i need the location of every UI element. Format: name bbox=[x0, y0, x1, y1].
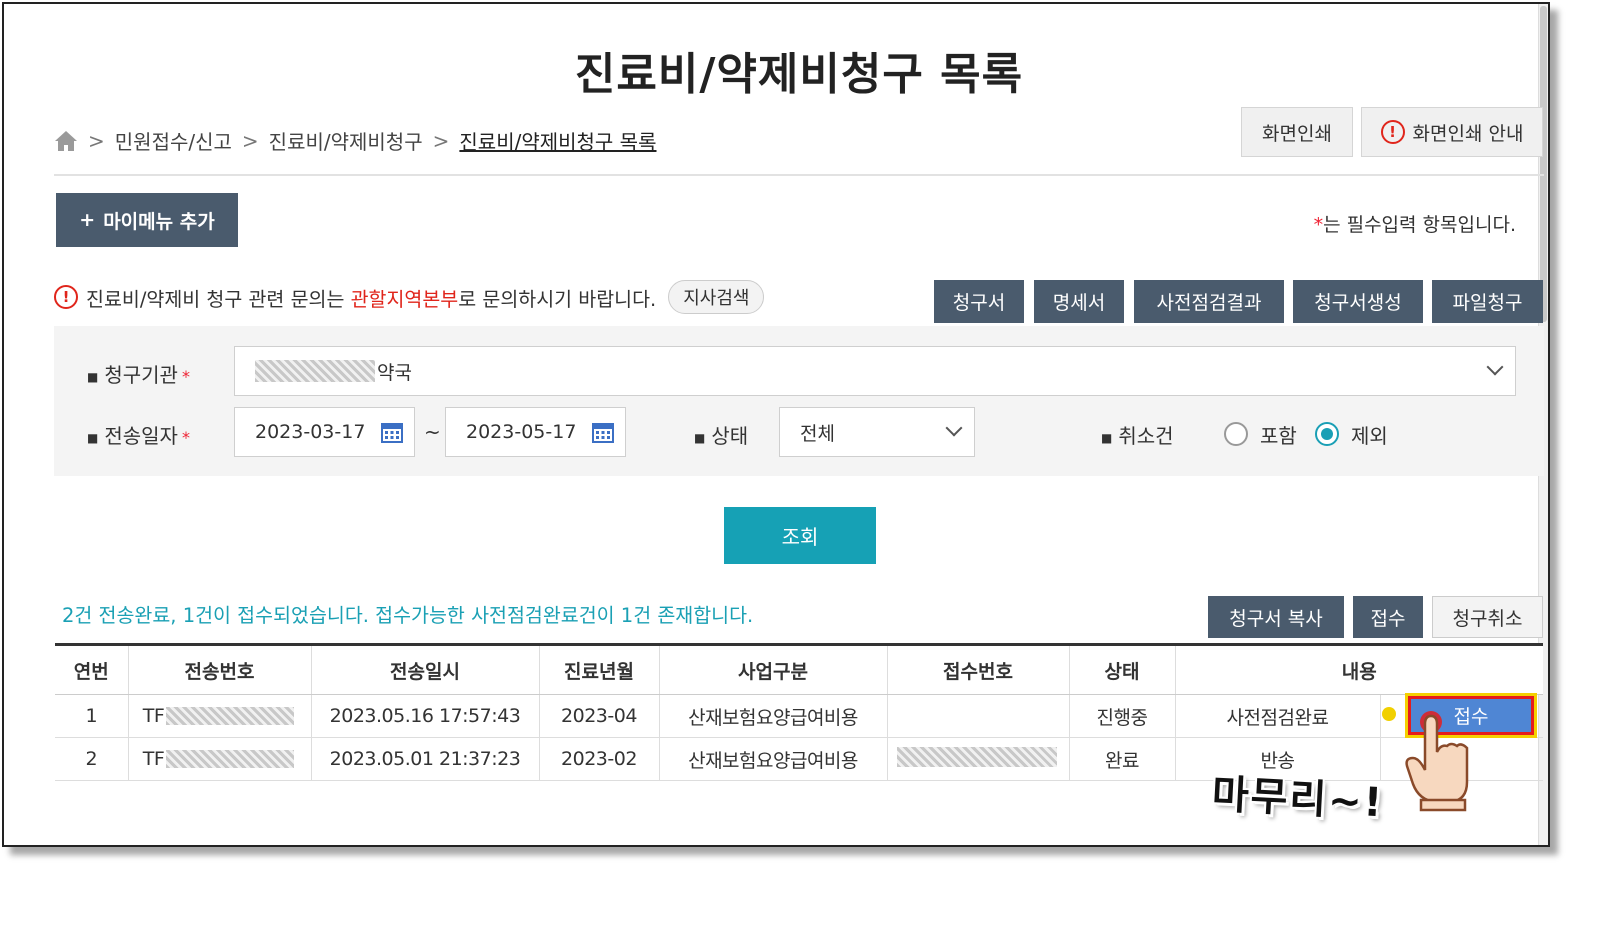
print-guide-label: 화면인쇄 안내 bbox=[1412, 122, 1524, 145]
add-mymenu-button[interactable]: + 마이메뉴 추가 bbox=[56, 193, 238, 247]
divider bbox=[54, 174, 1544, 176]
alert-icon: ! bbox=[54, 285, 78, 309]
cell-no: 1 bbox=[55, 694, 128, 738]
breadcrumb-separator: > bbox=[241, 128, 259, 153]
table-header-row: 연번 전송번호 전송일시 진료년월 사업구분 접수번호 상태 내용 bbox=[55, 643, 1543, 695]
cell-send-no: TF bbox=[127, 737, 311, 781]
send-date-label: ■ 전송일자 * bbox=[87, 424, 190, 448]
breadcrumb-item-current[interactable]: 진료비/약제비청구 목록 bbox=[459, 126, 656, 155]
print-button[interactable]: 화면인쇄 bbox=[1241, 107, 1353, 157]
page-title: 진료비/약제비청구 목록 bbox=[574, 49, 1024, 100]
cell-sent-at: 2023.05.01 21:37:23 bbox=[310, 737, 539, 781]
print-guide-button[interactable]: ! 화면인쇄 안내 bbox=[1361, 107, 1543, 157]
cancel-exclude-label[interactable]: 제외 bbox=[1351, 420, 1388, 449]
cell-receipt-no bbox=[886, 737, 1069, 781]
col-header-content: 내용 bbox=[1174, 643, 1543, 695]
col-header-sent-at: 전송일시 bbox=[310, 643, 539, 695]
cell-receipt-no bbox=[886, 694, 1069, 738]
accept-button[interactable]: 접수 bbox=[1353, 596, 1423, 638]
highlight-dot bbox=[1382, 707, 1396, 721]
copy-claim-button[interactable]: 청구서 복사 bbox=[1208, 596, 1344, 638]
claims-table: 연번 전송번호 전송일시 진료년월 사업구분 접수번호 상태 내용 1 TF 2… bbox=[55, 643, 1543, 781]
date-to-value: 2023-05-17 bbox=[466, 421, 577, 443]
result-message: 2건 전송완료, 1건이 접수되었습니다. 접수가능한 사전점검완료건이 1건 … bbox=[62, 604, 754, 627]
date-from-value: 2023-03-17 bbox=[255, 421, 366, 443]
cancel-exclude-radio[interactable] bbox=[1315, 422, 1339, 446]
cell-content: 사전점검완료 bbox=[1174, 694, 1380, 738]
cancel-include-radio[interactable] bbox=[1224, 422, 1248, 446]
status-label: ■ 상태 bbox=[694, 424, 749, 448]
cancel-claim-button[interactable]: 청구취소 bbox=[1432, 596, 1543, 638]
col-header-no: 연번 bbox=[55, 643, 128, 695]
cell-sent-at: 2023.05.16 17:57:43 bbox=[310, 694, 539, 738]
masked-send-no bbox=[166, 750, 295, 768]
breadcrumb-item-claim[interactable]: 진료비/약제비청구 bbox=[269, 126, 423, 155]
notice-highlight: 관할지역본부 bbox=[350, 287, 459, 311]
add-mymenu-label: 마이메뉴 추가 bbox=[103, 210, 215, 233]
cancel-label: ■ 취소건 bbox=[1101, 424, 1174, 448]
col-header-receipt-no: 접수번호 bbox=[886, 643, 1069, 695]
inquiry-notice: ! 진료비/약제비 청구 관련 문의는 관할지역본부로 문의하시기 바랍니다. … bbox=[54, 280, 765, 314]
cell-month: 2023-02 bbox=[538, 737, 659, 781]
cell-month: 2023-04 bbox=[538, 694, 659, 738]
calendar-icon[interactable] bbox=[380, 420, 404, 444]
cell-business: 산재보험요양급여비용 bbox=[658, 694, 887, 738]
branch-search-button[interactable]: 지사검색 bbox=[668, 280, 765, 314]
status-select[interactable]: 전체 bbox=[779, 407, 975, 457]
breadcrumb-separator: > bbox=[432, 128, 450, 153]
date-separator: ~ bbox=[424, 420, 441, 444]
breadcrumb: > 민원접수/신고 > 진료비/약제비청구 > 진료비/약제비청구 목록 bbox=[54, 126, 657, 155]
search-button[interactable]: 조회 bbox=[724, 507, 876, 564]
plus-icon: + bbox=[79, 209, 96, 231]
notice-text-before: 진료비/약제비 청구 관련 문의는 bbox=[86, 287, 351, 311]
col-header-send-no: 전송번호 bbox=[127, 643, 311, 695]
institution-suffix: 약국 bbox=[377, 361, 412, 384]
required-star: * bbox=[1313, 214, 1324, 236]
masked-institution-name bbox=[255, 360, 375, 382]
date-to-input[interactable]: 2023-05-17 bbox=[445, 407, 626, 457]
precheck-result-button[interactable]: 사전점검결과 bbox=[1134, 280, 1284, 323]
status-select-value: 전체 bbox=[800, 422, 835, 445]
finish-caption: 마무리~! bbox=[1210, 771, 1386, 827]
required-note-text: 는 필수입력 항목입니다. bbox=[1323, 214, 1516, 236]
notice-text-after: 로 문의하시기 바랍니다. bbox=[458, 287, 657, 311]
chevron-down-icon bbox=[945, 419, 963, 437]
breadcrumb-item-complaint[interactable]: 민원접수/신고 bbox=[115, 126, 232, 155]
claim-doc-button[interactable]: 청구서 bbox=[934, 280, 1024, 323]
institution-label: ■ 청구기관 * bbox=[87, 363, 190, 387]
col-header-business: 사업구분 bbox=[658, 643, 887, 695]
cell-status: 진행중 bbox=[1068, 694, 1175, 738]
alert-icon: ! bbox=[1380, 120, 1405, 144]
file-claim-button[interactable]: 파일청구 bbox=[1432, 280, 1543, 323]
cancel-include-label[interactable]: 포함 bbox=[1260, 420, 1297, 449]
cell-no: 2 bbox=[55, 737, 128, 781]
date-from-input[interactable]: 2023-03-17 bbox=[234, 407, 415, 457]
masked-receipt-no bbox=[897, 746, 1057, 767]
cell-status: 완료 bbox=[1068, 737, 1175, 781]
required-note: *는 필수입력 항목입니다. bbox=[1314, 210, 1516, 237]
institution-select[interactable]: 약국 bbox=[234, 346, 1516, 396]
browser-frame: 진료비/약제비청구 목록 > 민원접수/신고 > 진료비/약제비청구 > 진료비… bbox=[2, 2, 1550, 847]
calendar-icon[interactable] bbox=[591, 420, 615, 444]
masked-send-no bbox=[166, 707, 295, 725]
chevron-down-icon bbox=[1486, 358, 1504, 376]
home-icon[interactable] bbox=[54, 130, 78, 152]
statement-button[interactable]: 명세서 bbox=[1034, 280, 1124, 323]
cell-send-no: TF bbox=[127, 694, 311, 738]
col-header-month: 진료년월 bbox=[538, 643, 659, 695]
print-button-label: 화면인쇄 bbox=[1262, 122, 1332, 145]
cell-business: 산재보험요양급여비용 bbox=[658, 737, 887, 781]
create-claim-button[interactable]: 청구서생성 bbox=[1293, 280, 1423, 323]
pointing-hand-icon bbox=[1405, 711, 1469, 812]
table-row[interactable]: 1 TF 2023.05.16 17:57:43 2023-04 산재보험요양급… bbox=[55, 694, 1543, 738]
col-header-status: 상태 bbox=[1068, 643, 1175, 695]
breadcrumb-separator: > bbox=[88, 128, 105, 153]
